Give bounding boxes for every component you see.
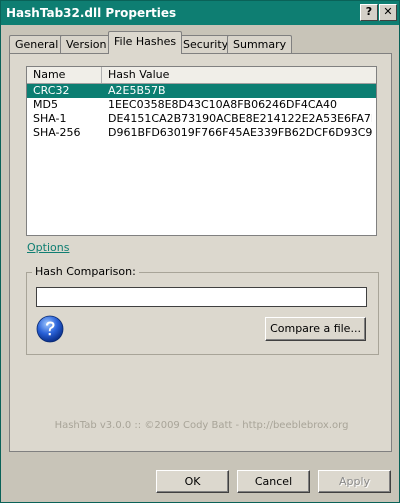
about-footer: HashTab v3.0.0 :: ©2009 Cody Batt - http… [54,420,349,431]
close-button[interactable]: ✕ [379,4,397,21]
tab-security[interactable]: Security [177,35,235,54]
hash-name: SHA-1 [33,112,67,125]
hash-name: CRC32 [33,84,70,97]
list-item[interactable]: MD5 1EEC0358E8D43C10A8FB06246DF4CA40 [27,98,376,112]
title-bar[interactable]: HashTab32.dll Properties ? ✕ [1,1,399,25]
list-item[interactable]: SHA-1 DE4151CA2B73190ACBE8E214122E2A53E6… [27,112,376,126]
column-header-name[interactable]: Name [27,67,102,83]
window-title: HashTab32.dll Properties [6,6,177,20]
hash-value: DE4151CA2B73190ACBE8E214122E2A53E6FA7FE8 [108,112,372,125]
tab-summary[interactable]: Summary [227,35,293,54]
hash-comparison-group: Hash Comparison: Compare a file... [26,265,379,355]
compare-file-button[interactable]: Compare a file... [265,317,366,341]
tab-general[interactable]: General [9,35,65,54]
options-link[interactable]: Options [27,241,69,254]
list-item[interactable]: CRC32 A2E5B57B [27,84,376,98]
file-hashes-panel: Name Hash Value CRC32 A2E5B57B MD5 1EEC0… [9,53,392,452]
tab-version[interactable]: Version [60,35,113,54]
hash-list[interactable]: Name Hash Value CRC32 A2E5B57B MD5 1EEC0… [26,66,377,236]
hash-value: A2E5B57B [108,84,166,97]
hash-name: MD5 [33,98,58,111]
hash-value: 1EEC0358E8D43C10A8FB06246DF4CA40 [108,98,338,111]
apply-button[interactable]: Apply [318,470,391,493]
column-header-hash-value[interactable]: Hash Value [102,67,376,83]
list-item[interactable]: SHA-256 D961BFD63019F766F45AE339FB62DCF6… [27,126,376,140]
hash-comparison-input[interactable] [36,287,367,307]
hash-comparison-label: Hash Comparison: [32,265,139,278]
hash-value: D961BFD63019F766F45AE339FB62DCF6D93C937.… [108,126,372,139]
help-button[interactable]: ? [360,4,378,21]
hash-name: SHA-256 [33,126,81,139]
cancel-button[interactable]: Cancel [237,470,310,493]
properties-window: HashTab32.dll Properties ? ✕ General Ver… [0,0,400,503]
tab-file-hashes[interactable]: File Hashes [108,31,183,54]
info-question-icon [36,315,64,343]
ok-button[interactable]: OK [156,470,229,493]
list-header: Name Hash Value [27,67,376,84]
